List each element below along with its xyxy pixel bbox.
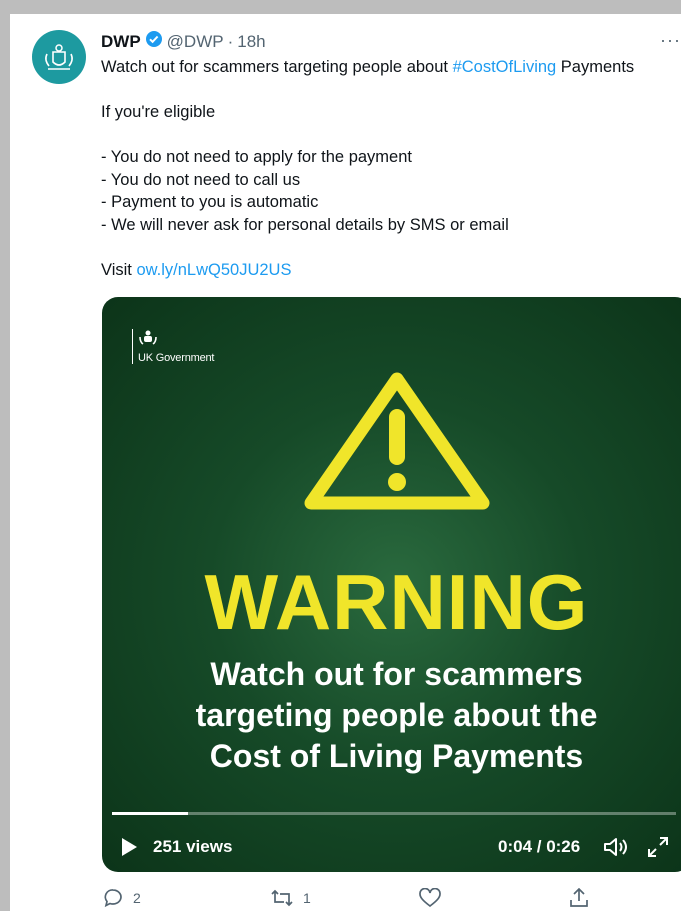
- warning-heading: WARNING: [204, 558, 589, 646]
- view-count: 251 views: [153, 837, 233, 856]
- timestamp[interactable]: 18h: [237, 32, 265, 52]
- crest-icon: [139, 330, 157, 345]
- heart-icon: [419, 888, 441, 908]
- retweet-count: 1: [303, 890, 311, 906]
- share-icon: [570, 888, 588, 907]
- tweet-card[interactable]: DWP @DWP · 18h ··· Watch out for scammer…: [10, 14, 681, 911]
- tweet-actions: 2 1: [101, 888, 661, 910]
- retweet-button[interactable]: 1: [271, 888, 311, 908]
- video-headline: Watch out for scammers targeting people …: [102, 654, 681, 777]
- display-name[interactable]: DWP: [101, 32, 141, 52]
- tweet-header: DWP @DWP · 18h: [101, 30, 266, 53]
- more-options-icon[interactable]: ···: [660, 30, 681, 51]
- text-line-1: Watch out for scammers targeting people …: [101, 56, 676, 79]
- bullet-3: - Payment to you is automatic: [101, 193, 319, 211]
- headline-line-3: Cost of Living Payments: [209, 738, 584, 774]
- uk-government-label: UK Government: [138, 352, 215, 364]
- bullet-1: - You do not need to apply for the payme…: [101, 148, 412, 166]
- video-player[interactable]: UK Government WARNING Watch out for scam…: [102, 297, 681, 872]
- headline-line-1: Watch out for scammers: [210, 656, 583, 692]
- visit-line: Visit ow.ly/nLwQ50JU2US: [101, 259, 676, 282]
- text-segment: Payments: [556, 58, 635, 76]
- reply-count: 2: [133, 890, 141, 906]
- royal-coat-of-arms-icon: [45, 44, 73, 70]
- verified-badge-icon: [145, 30, 163, 53]
- headline-line-2: targeting people about the: [195, 697, 598, 733]
- volume-icon[interactable]: [603, 836, 629, 863]
- avatar[interactable]: [32, 30, 86, 84]
- reply-icon: [104, 889, 122, 908]
- video-controls: 251 views 0:04 / 0:26: [102, 825, 681, 865]
- video-time: 0:04 / 0:26: [498, 837, 581, 856]
- tweet-text: Watch out for scammers targeting people …: [101, 56, 676, 281]
- reply-button[interactable]: 2: [103, 888, 141, 908]
- eligible-line: If you're eligible: [101, 103, 216, 121]
- visit-label: Visit: [101, 260, 137, 279]
- hashtag-link[interactable]: #CostOfLiving: [453, 58, 557, 76]
- retweet-icon: [271, 889, 293, 907]
- bullet-4: - We will never ask for personal details…: [101, 215, 509, 234]
- visit-link[interactable]: ow.ly/nLwQ50JU2US: [136, 261, 291, 279]
- share-button[interactable]: [569, 888, 589, 908]
- handle[interactable]: @DWP: [167, 32, 224, 52]
- warning-triangle-icon: [304, 372, 490, 510]
- video-progress-fill: [112, 812, 189, 815]
- separator: ·: [227, 31, 234, 51]
- like-button[interactable]: [419, 888, 441, 908]
- bullet-2: - You do not need to call us: [101, 170, 301, 189]
- text-segment: Watch out for scammers targeting people …: [101, 58, 453, 76]
- fullscreen-icon[interactable]: [646, 835, 670, 864]
- play-icon[interactable]: [120, 837, 138, 862]
- uk-government-logo: UK Government: [132, 329, 214, 364]
- video-progress-bar[interactable]: [112, 812, 676, 815]
